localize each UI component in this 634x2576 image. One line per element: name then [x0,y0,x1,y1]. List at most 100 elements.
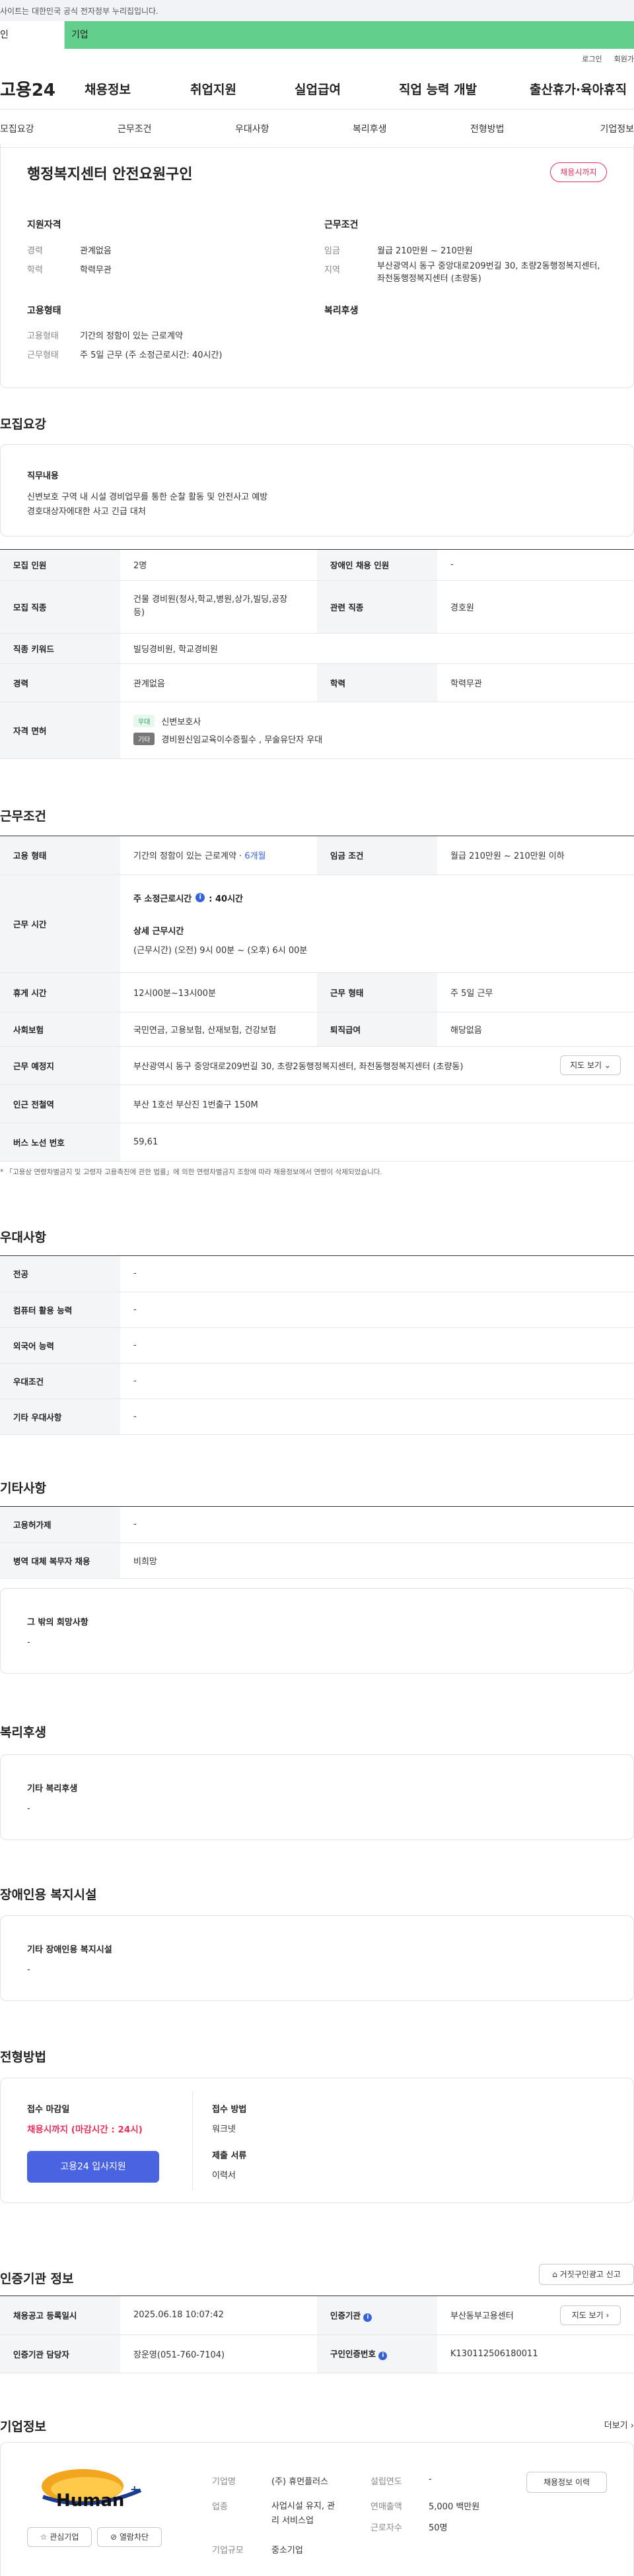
table-header-cell: 모집 직종 [0,580,120,634]
more-link[interactable]: 더보기 › [604,2418,634,2431]
job-summary-card: 행정복지센터 안전요원구인 채용시까지 지원자격 경력 관계없음 학력 학력무관… [0,144,634,388]
tab-company[interactable]: 기업정보 [588,122,634,135]
join-link[interactable]: 회원가 [614,53,634,64]
preference-section-title: 우대사항 [0,1230,46,1245]
table-header-cell: 임금 조건 [317,836,437,875]
selection-card: 접수 마감일 채용시까지 (마감시간 : 24시) 고용24 입사지원 접수 방… [0,2078,634,2203]
table-row: 전공 - [0,1256,634,1292]
info-icon[interactable]: i [378,2352,388,2360]
info-icon[interactable]: i [195,893,205,902]
table-cell: 12시00분~13시00분 [120,972,317,1012]
block-view-button[interactable]: ⊘ 열람차단 [97,2527,162,2547]
wish-card: 그 밖의 희망사항 - [0,1588,634,1674]
table-cell: - [120,1363,634,1399]
employment-type-heading: 고용형태 [27,306,61,316]
table-header-cell: 구인인증번호 i [317,2334,437,2373]
favorite-company-button[interactable]: ☆ 관심기업 [27,2527,92,2547]
license-1: 신변보호사 [161,717,201,727]
nav-vocational-training[interactable]: 직업 능력 개발 [399,80,530,98]
tab-welfare[interactable]: 복리후생 [353,122,470,135]
table-row: 외국어 능력 - [0,1327,634,1364]
table-row: 인증기관 담당자 장운영(051-760-7104) 구인인증번호 i K130… [0,2334,634,2373]
table-row: 인근 전철역 부산 1호선 부산진 1번출구 150M [0,1084,634,1123]
selection-section-title: 전형방법 [0,2050,46,2064]
divider [192,2092,193,2191]
table-header-cell: 인근 전철역 [0,1084,120,1123]
table-row: 직종 키워드 빌딩경비원, 학교경비원 [0,633,634,664]
map-view-label: 지도 보기 [570,1061,602,1070]
table-header-cell: 휴게 시간 [0,972,120,1012]
chevron-right-icon: › [630,2421,634,2431]
tab-work-conditions[interactable]: 근무조건 [118,122,235,135]
apply-button[interactable]: 고용24 입사지원 [27,2151,159,2183]
nav-parental-leave[interactable]: 출산휴가·육아휴직 [530,80,634,98]
employment-type-label: 고용형태 [27,331,59,341]
table-cell: 학력무관 [437,663,634,702]
recruit-table: 모집 인원 2명 장애인 채용 인원 - 모집 직종 건물 경비원(청사,학교,… [0,549,634,759]
table-cell: 주 5일 근무 [437,972,634,1012]
map-view-button[interactable]: 지도 보기 ⌄ [560,1055,621,1075]
table-cell: - [120,1327,634,1364]
duty-line-2: 경호대상자에대한 사고 긴급 대처 [27,507,146,517]
disability-card-value: - [27,1965,30,1975]
logo-text: Human [56,2491,124,2511]
work-section-title: 근무조건 [0,809,46,824]
table-cell: 59,61 [120,1123,634,1162]
table-cell: - [120,1292,634,1328]
cert-table: 채용공고 등록일시 2025.06.18 10:07:42 인증기관 i 부산동… [0,2295,634,2373]
welfare-card-heading: 기타 복리후생 [27,1784,78,1794]
tab-recruit[interactable]: 모집요강 [0,122,118,135]
table-header-cell: 병역 대체 복무자 채용 [0,1542,120,1579]
cert-agency-label: 인증기관 [330,2310,361,2321]
nav-unemployment-benefit[interactable]: 실업급여 [295,80,399,98]
table-header-cell: 근무 형태 [317,972,437,1012]
login-link[interactable]: 로그인 [582,53,602,64]
duty-card: 직무내용 신변보호 구역 내 시설 경비업무를 통한 순찰 활동 및 안전사고 … [0,444,634,537]
tab-selection[interactable]: 전형방법 [470,122,588,135]
duty-heading: 직무내용 [27,471,59,481]
report-false-ad-button[interactable]: ⌂ 거짓구인광고 신고 [539,2264,634,2285]
table-cell: 해당없음 [437,1012,634,1047]
wish-heading: 그 밖의 희망사항 [27,1618,88,1628]
company-size-label: 기업규모 [212,2546,244,2556]
recruit-history-button[interactable]: 채용정보 이력 [526,2472,607,2493]
tab-preference[interactable]: 우대사항 [235,122,353,135]
table-header-cell: 사회보험 [0,1012,120,1047]
table-cell: - [120,1256,634,1292]
table-row: 기타 우대사항 - [0,1399,634,1435]
docs-value: 이력서 [212,2171,236,2181]
welfare-card: 기타 복리후생 - [0,1754,634,1840]
home-icon: ⌂ [552,2270,557,2279]
work-table: 고용 형태 기간의 정함이 있는 근로계약 · 6개월 임금 조건 월급 210… [0,836,634,1162]
docs-heading: 제출 서류 [212,2151,247,2161]
table-header-cell: 직종 키워드 [0,633,120,664]
disability-card: 기타 장애인용 복지시설 - [0,1915,634,2001]
occupation-line-1: 건물 경비원(청사,학교,병원,상가,빌딩,공장 [133,595,288,605]
table-cell: K130112506180011 [437,2334,634,2373]
info-icon[interactable]: i [363,2313,372,2322]
cert-map-label: 지도 보기 [571,2310,604,2320]
company-name-value: (주) 휴먼플러스 [271,2477,329,2487]
table-cell: 2025.06.18 10:07:42 [120,2296,317,2335]
table-row: 경력 관계없음 학력 학력무관 [0,663,634,702]
tab-enterprise[interactable]: 기업 [65,21,634,49]
status-badge: 채용시까지 [550,162,607,182]
svg-text:+: + [130,2483,139,2495]
recruit-section-title: 모집요강 [0,417,46,432]
industry-label: 업종 [212,2502,228,2512]
welfare-heading: 복리후생 [324,306,359,316]
industry-line-1: 사업시설 유지, 관 [271,2501,335,2511]
nav-employment-support[interactable]: 취업지원 [190,80,295,98]
tab-personal[interactable]: 인 [0,21,65,49]
table-cell: 국민연금, 고용보험, 산재보험, 건강보험 [120,1012,317,1047]
chevron-down-icon: ⌄ [604,1061,611,1070]
company-name-label: 기업명 [212,2477,236,2487]
nav-job-info[interactable]: 채용정보 [85,80,190,98]
site-logo[interactable]: 고용24 [0,77,85,101]
location-label: 지역 [324,265,340,275]
table-row: 병역 대체 복무자 채용 비희망 [0,1542,634,1579]
report-false-ad-label: 거짓구인광고 신고 [559,2270,621,2279]
company-section-title: 기업정보 [0,2420,46,2434]
cert-map-button[interactable]: 지도 보기 › [560,2305,621,2325]
table-cell: - [437,550,634,581]
